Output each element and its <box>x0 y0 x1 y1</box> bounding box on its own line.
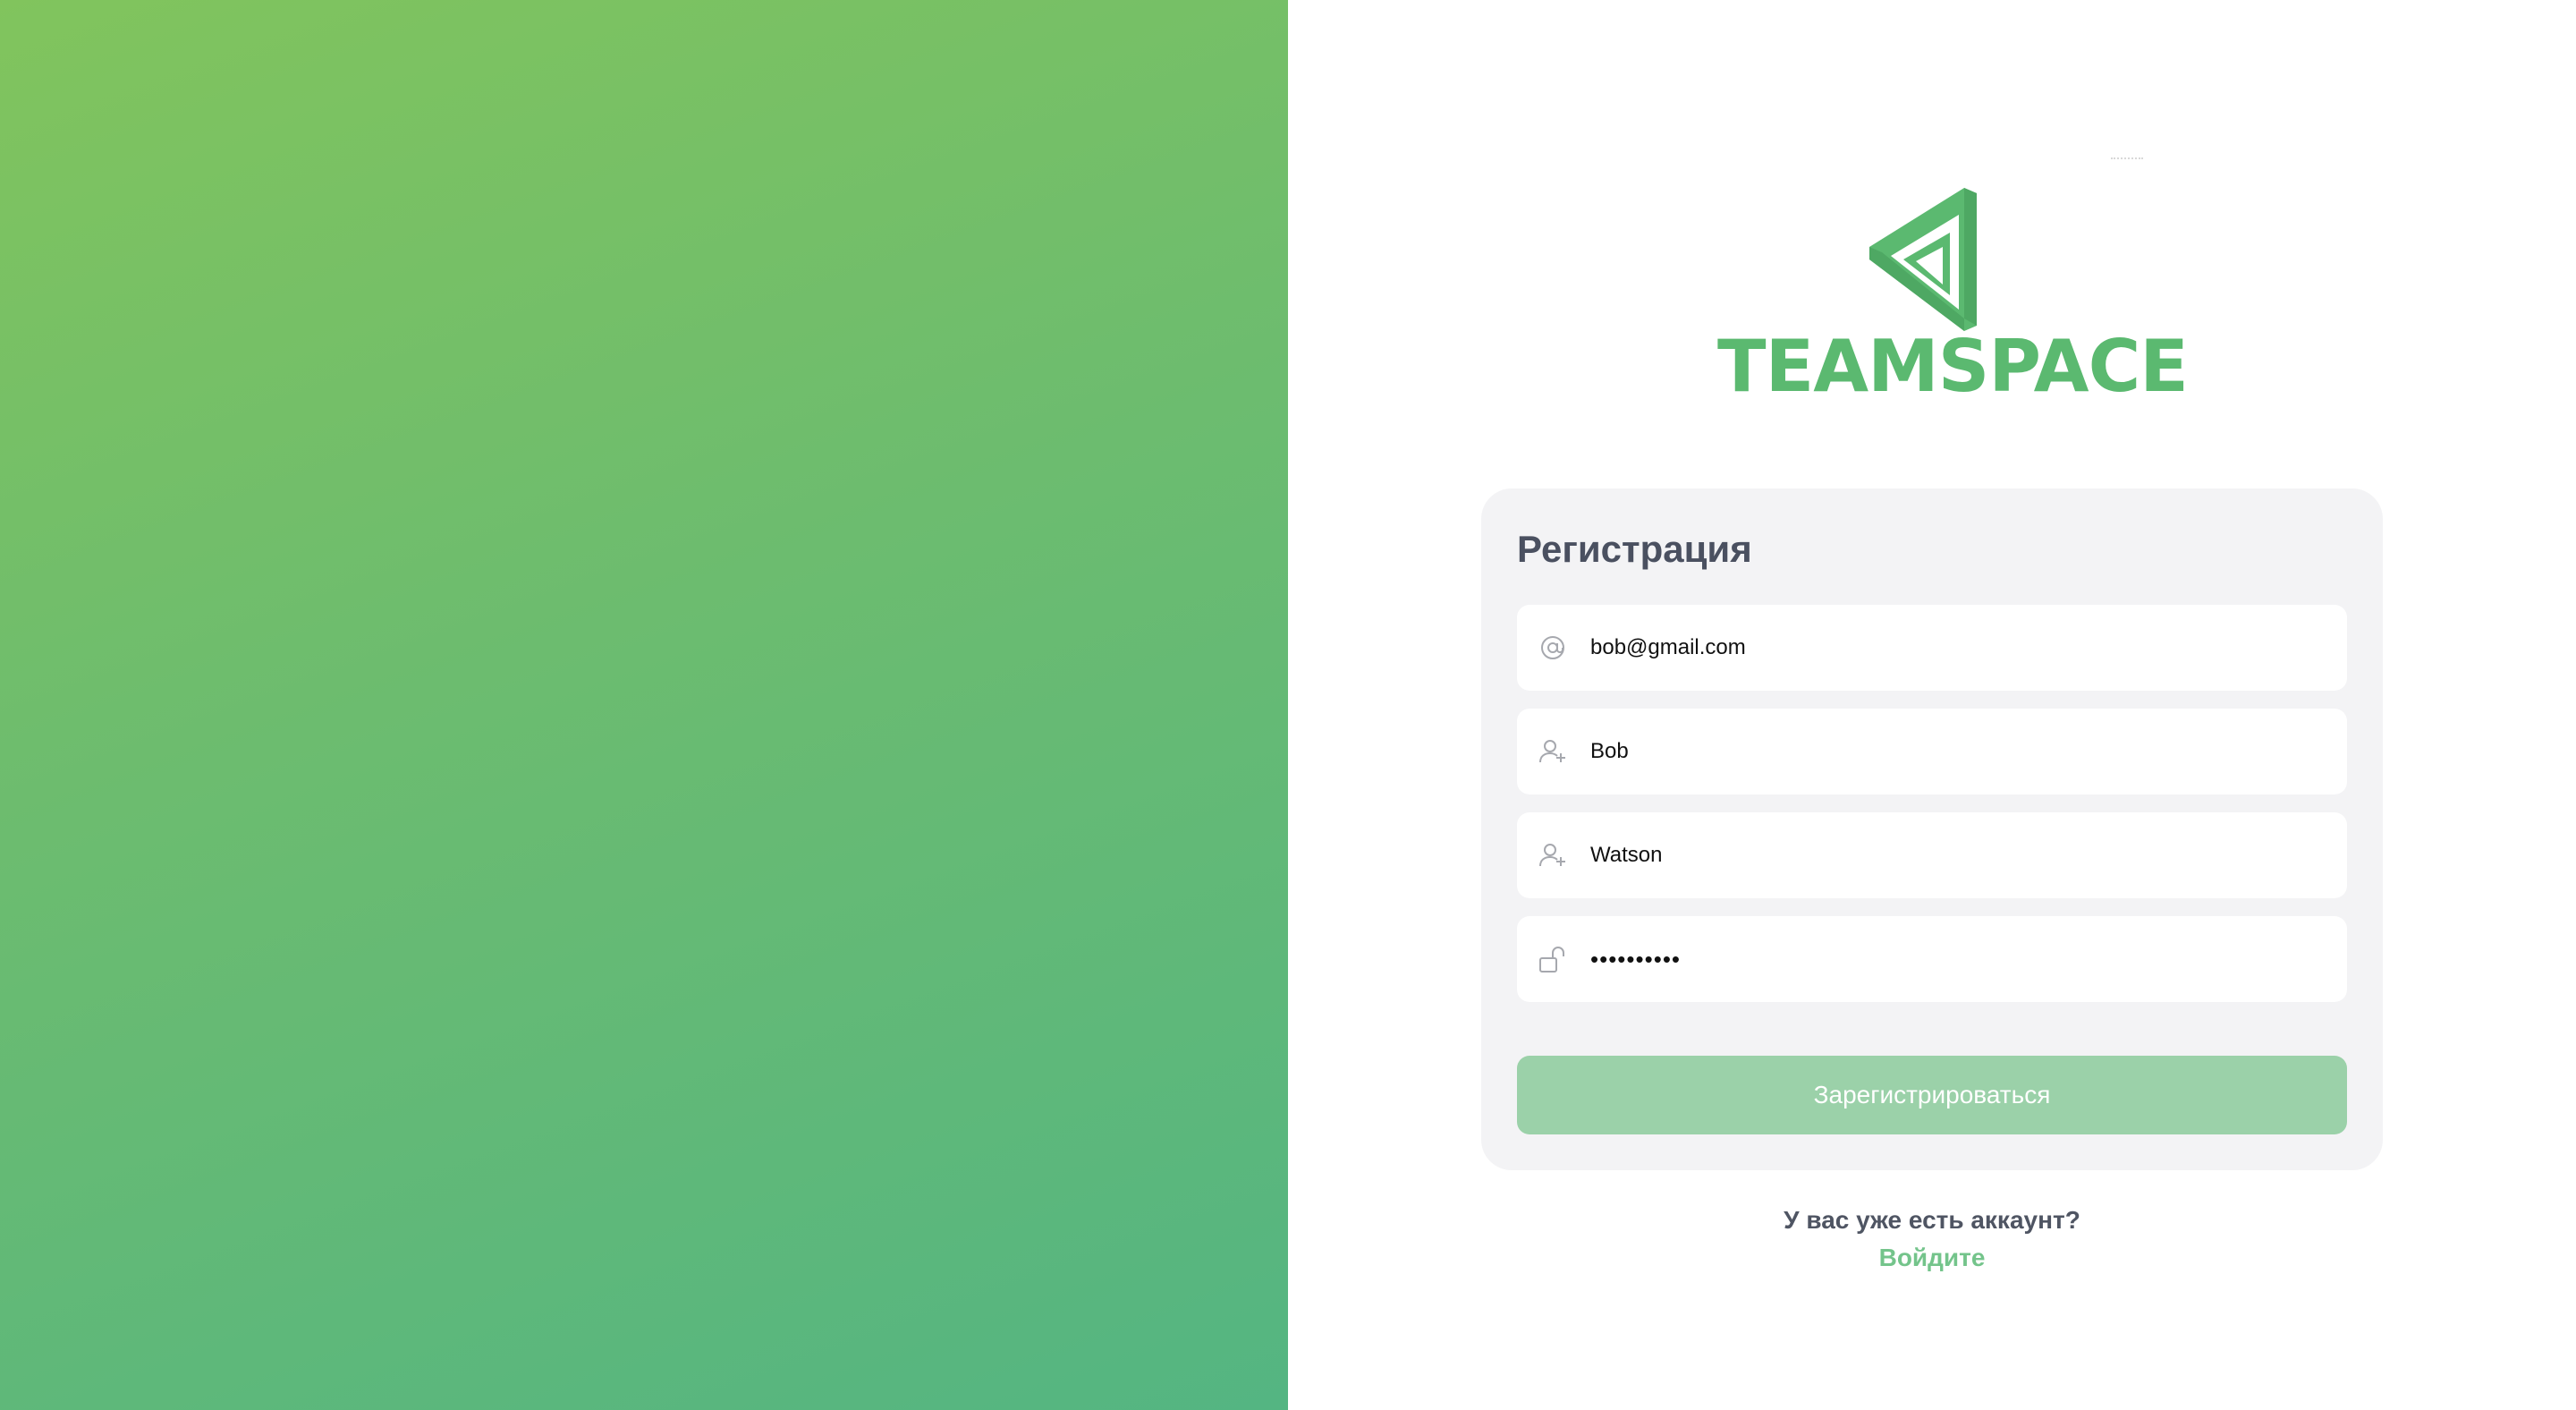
unlock-icon <box>1539 947 1564 973</box>
form-title: Регистрация <box>1517 528 1752 570</box>
last-name-field[interactable]: Watson <box>1517 812 2347 898</box>
registration-page: TEAMSPACE Регистрация bob@gmail.com Bob <box>0 0 2576 1410</box>
first-name-field[interactable]: Bob <box>1517 709 2347 794</box>
gradient-panel <box>0 0 1288 1410</box>
first-name-value: Bob <box>1590 739 1629 763</box>
email-value: bob@gmail.com <box>1590 635 1746 659</box>
login-link[interactable]: Войдите <box>1843 1240 2021 1276</box>
have-account-text: У вас уже есть аккаунт? <box>1784 1206 2080 1234</box>
registration-card: Регистрация bob@gmail.com Bob Watson •••… <box>1481 488 2383 1170</box>
password-value: •••••••••• <box>1590 946 1682 973</box>
email-field[interactable]: bob@gmail.com <box>1517 605 2347 691</box>
user-plus-icon <box>1539 740 1565 763</box>
decorative-dots <box>2111 157 2143 161</box>
last-name-value: Watson <box>1590 843 1663 867</box>
teamspace-logo: TEAMSPACE <box>1717 188 2189 408</box>
password-field[interactable]: •••••••••• <box>1517 916 2347 1002</box>
impossible-triangle-logo-icon <box>1869 188 1977 331</box>
at-sign-icon <box>1541 636 1564 659</box>
brand-name: TEAMSPACE <box>1717 325 2189 408</box>
user-plus-icon <box>1539 844 1565 867</box>
register-button[interactable]: Зарегистрироваться <box>1517 1056 2347 1134</box>
